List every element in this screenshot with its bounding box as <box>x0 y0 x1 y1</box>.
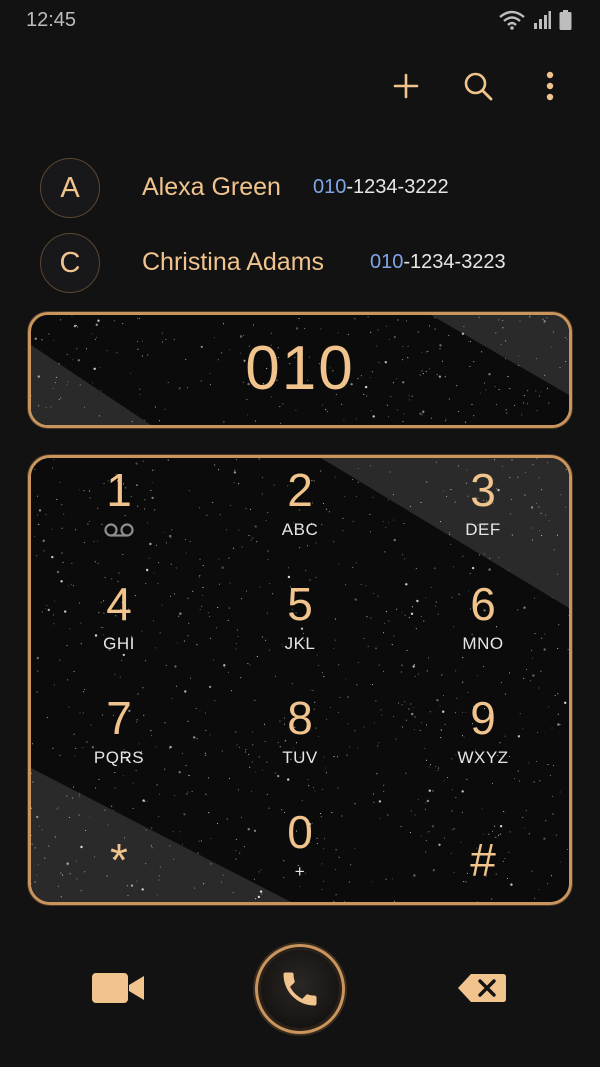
key-digit: 8 <box>287 692 313 744</box>
status-icons <box>499 10 572 30</box>
more-options-button[interactable] <box>530 66 570 106</box>
plus-icon <box>393 73 419 99</box>
key-letters: WXYZ <box>457 748 509 767</box>
key-digit: 3 <box>470 464 496 516</box>
key-letters: JKL <box>284 634 316 653</box>
keypad: 1 2 ABC 3 DEF 4 GHI 5 JKL 6 MNO 7 PQRS 8 TUV 9 WXYZ * 0 + # <box>28 455 572 905</box>
key-digit: 0 <box>287 806 313 858</box>
avatar: C <box>40 233 100 293</box>
key-star[interactable]: * <box>39 806 199 902</box>
voicemail-icon <box>104 523 134 537</box>
key-2[interactable]: 2 ABC <box>220 464 380 564</box>
key-digit: 1 <box>106 464 132 516</box>
dial-number-display[interactable]: 010 <box>28 312 572 428</box>
dialer-screen: 12:45 A Alexa Green 010-1234-3222 C Chri… <box>0 0 600 1067</box>
phone-icon <box>283 972 317 1006</box>
backspace-icon <box>458 974 506 1002</box>
key-digit: 7 <box>106 692 132 744</box>
key-letters: PQRS <box>93 748 145 767</box>
number-rest: -1234-3223 <box>403 251 506 273</box>
contact-row[interactable]: C Christina Adams 010-1234-3223 <box>0 233 600 308</box>
key-1[interactable]: 1 <box>39 464 199 564</box>
add-contact-button[interactable] <box>386 66 426 106</box>
wifi-icon <box>499 10 525 30</box>
toolbar <box>386 66 570 106</box>
status-time: 12:45 <box>26 9 77 31</box>
contact-name: Christina Adams <box>142 248 325 276</box>
key-4[interactable]: 4 GHI <box>39 578 199 678</box>
number-match: 010 <box>313 176 347 198</box>
key-digit: 5 <box>287 578 313 630</box>
key-0[interactable]: 0 + <box>220 806 380 902</box>
contact-number: 010-1234-3222 <box>313 176 449 199</box>
contact-number: 010-1234-3223 <box>370 251 506 274</box>
key-digit: * <box>110 834 128 886</box>
key-digit: 4 <box>106 578 132 630</box>
key-letters: DEF <box>465 520 501 539</box>
search-button[interactable] <box>458 66 498 106</box>
number-match: 010 <box>370 251 404 273</box>
key-letters: GHI <box>103 634 135 653</box>
key-7[interactable]: 7 PQRS <box>39 692 199 792</box>
more-vert-icon <box>546 71 554 101</box>
avatar: A <box>40 158 100 218</box>
battery-icon <box>559 10 572 30</box>
dialed-number: 010 <box>245 334 355 403</box>
key-6[interactable]: 6 MNO <box>403 578 563 678</box>
key-letters: MNO <box>462 634 504 653</box>
key-letters: + <box>294 862 306 881</box>
key-digit: 9 <box>470 692 496 744</box>
call-button[interactable] <box>255 944 345 1034</box>
keypad-keys: 1 2 ABC 3 DEF 4 GHI 5 JKL 6 MNO 7 PQRS 8 TUV 9 WXYZ * 0 + # <box>31 458 569 902</box>
key-digit: 2 <box>287 464 313 516</box>
number-rest: -1234-3222 <box>346 176 449 198</box>
key-letters: TUV <box>282 748 318 767</box>
contact-row[interactable]: A Alexa Green 010-1234-3222 <box>0 158 600 233</box>
search-icon <box>464 72 493 101</box>
contact-name: Alexa Green <box>142 173 281 201</box>
key-hash[interactable]: # <box>403 806 563 902</box>
key-5[interactable]: 5 JKL <box>220 578 380 678</box>
contact-suggestions: A Alexa Green 010-1234-3222 C Christina … <box>0 158 600 308</box>
key-8[interactable]: 8 TUV <box>220 692 380 792</box>
key-letters: ABC <box>281 520 319 539</box>
backspace-button[interactable] <box>454 968 510 1008</box>
video-call-button[interactable] <box>88 968 148 1008</box>
key-3[interactable]: 3 DEF <box>403 464 563 564</box>
video-call-icon <box>92 973 144 1003</box>
key-digit: # <box>470 834 496 886</box>
action-bar <box>0 940 600 1040</box>
key-9[interactable]: 9 WXYZ <box>403 692 563 792</box>
status-bar: 12:45 <box>0 0 600 40</box>
key-digit: 6 <box>470 578 496 630</box>
signal-icon <box>534 11 551 29</box>
